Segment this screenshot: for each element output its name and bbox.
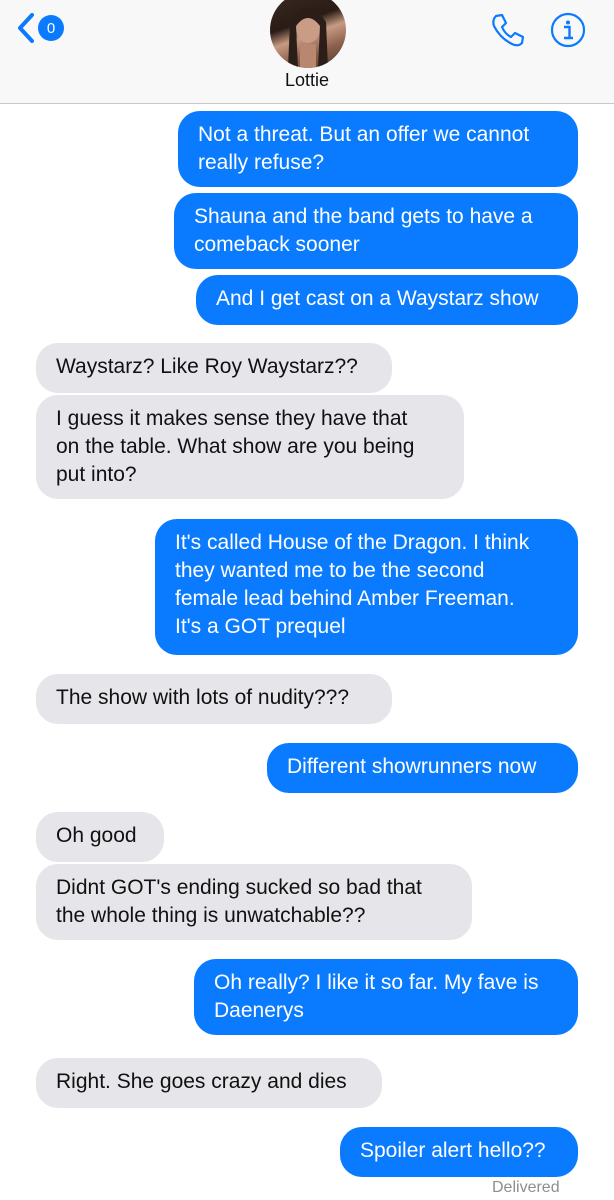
conversation-header: 0 Lottie (0, 0, 614, 104)
message-text-line: It's a GOT prequel (175, 615, 346, 638)
back-button[interactable]: 0 (16, 10, 64, 46)
message-text-line: Not a threat. But an offer we cannot (198, 123, 530, 146)
phone-icon[interactable] (488, 10, 528, 50)
message-text-line: I guess it makes sense they have that (56, 407, 408, 430)
message-text-line: they wanted me to be the second (175, 559, 485, 582)
message-text-line: Oh good (56, 824, 137, 847)
received-message-bubble[interactable]: Right. She goes crazy and dies (36, 1058, 382, 1108)
avatar-portrait (288, 8, 328, 68)
message-text-line: It's called House of the Dragon. I think (175, 531, 530, 554)
received-message-bubble[interactable]: The show with lots of nudity??? (36, 674, 392, 724)
message-text-line: Shauna and the band gets to have a (194, 205, 533, 228)
message-text-line: Didnt GOT's ending sucked so bad that (56, 876, 422, 899)
sent-message-bubble[interactable]: And I get cast on a Waystarz show (196, 275, 578, 325)
message-text-line: Spoiler alert hello?? (360, 1139, 546, 1162)
message-text-line: really refuse? (198, 151, 325, 174)
message-text-line: The show with lots of nudity??? (56, 686, 349, 709)
message-text-line: the whole thing is unwatchable?? (56, 904, 366, 927)
message-text-line: comeback sooner (194, 233, 360, 256)
avatar[interactable] (270, 0, 346, 68)
chevron-left-icon (18, 13, 34, 43)
message-text-line: And I get cast on a Waystarz show (216, 287, 539, 310)
sent-message-bubble[interactable]: Spoiler alert hello?? (340, 1127, 578, 1177)
message-text-line: Right. She goes crazy and dies (56, 1070, 347, 1093)
message-text-line: Different showrunners now (287, 755, 537, 778)
received-message-bubble[interactable]: I guess it makes sense they have that on … (36, 395, 464, 499)
sent-message-bubble[interactable]: Not a threat. But an offer we cannot real… (178, 111, 578, 187)
message-text-line: put into? (56, 463, 137, 486)
message-text-line: female lead behind Amber Freeman. (175, 587, 515, 610)
unread-count-badge: 0 (38, 15, 64, 41)
sent-message-bubble[interactable]: Different showrunners now (267, 743, 578, 793)
delivery-status: Delivered (492, 1179, 560, 1196)
received-message-bubble[interactable]: Waystarz? Like Roy Waystarz?? (36, 343, 392, 393)
message-text-line: on the table. What show are you being (56, 435, 415, 458)
sent-message-bubble[interactable]: Oh really? I like it so far. My fave is D… (194, 959, 578, 1035)
info-icon[interactable] (550, 12, 586, 48)
received-message-bubble[interactable]: Didnt GOT's ending sucked so bad that the… (36, 864, 472, 940)
message-text-line: Waystarz? Like Roy Waystarz?? (56, 355, 358, 378)
received-message-bubble[interactable]: Oh good (36, 812, 164, 862)
sent-message-bubble[interactable]: It's called House of the Dragon. I think… (155, 519, 578, 655)
message-text-line: Oh really? I like it so far. My fave is (214, 971, 539, 994)
contact-name[interactable]: Lottie (0, 70, 614, 91)
message-text-line: Daenerys (214, 999, 304, 1022)
sent-message-bubble[interactable]: Shauna and the band gets to have a comeba… (174, 193, 578, 269)
